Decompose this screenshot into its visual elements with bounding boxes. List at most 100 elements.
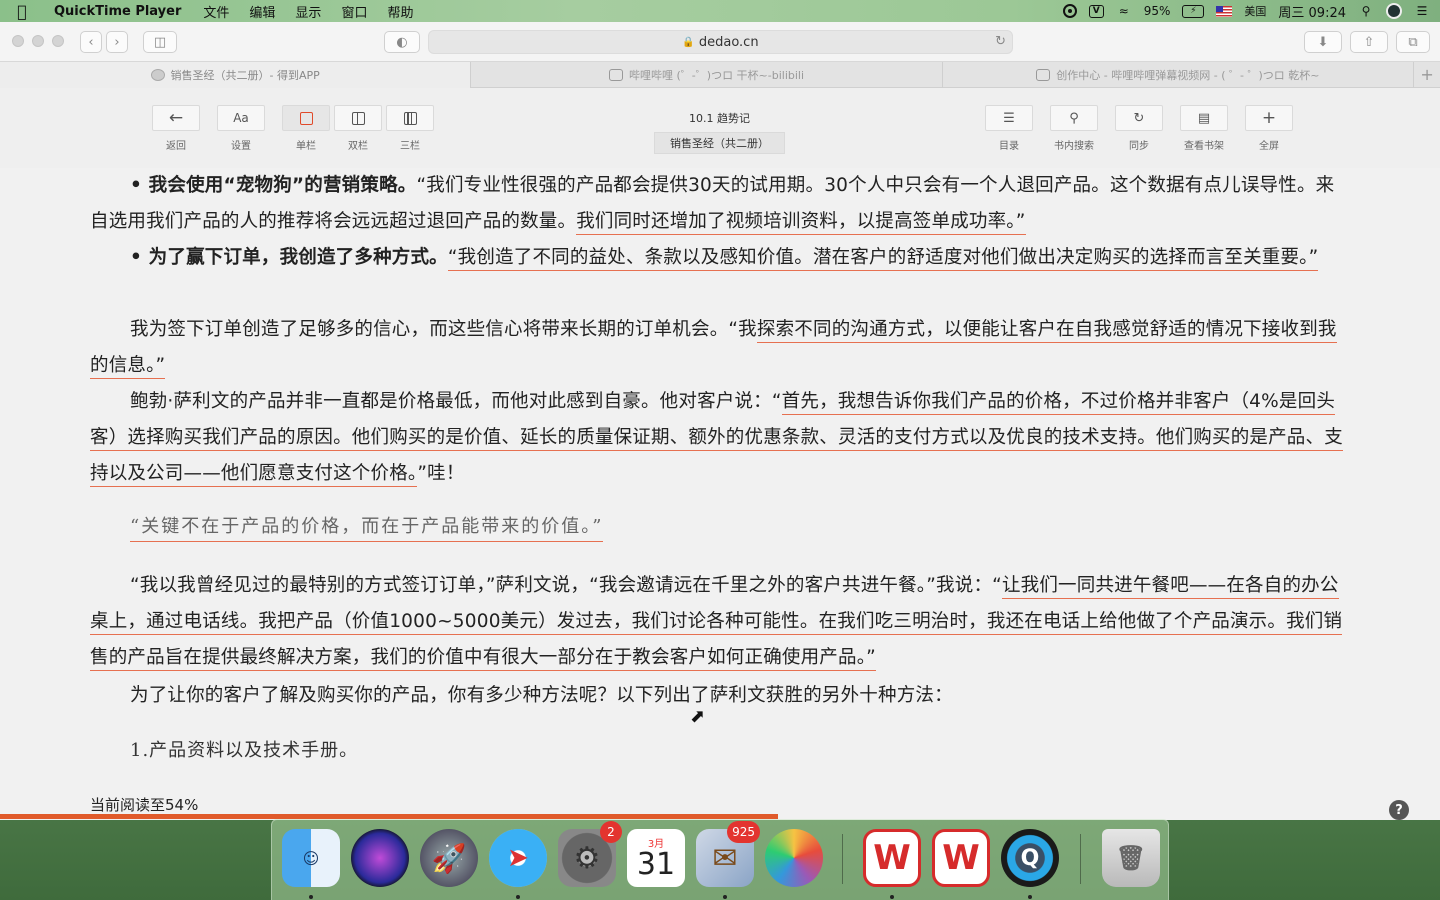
address-bar[interactable]: 🔒 dedao.cn ↻ (428, 30, 1013, 54)
dock-separator (842, 834, 843, 884)
menu-help[interactable]: 帮助 (377, 2, 423, 21)
menu-clock[interactable]: 周三 09:24 (1278, 2, 1346, 21)
bookshelf-button[interactable]: ▤ 查看书架 (1180, 105, 1228, 152)
window-controls (12, 35, 64, 47)
downloads-button[interactable]: ⬇ (1304, 31, 1342, 53)
calendar-day: 31 (636, 846, 676, 882)
tab-overview-button[interactable]: ⧉ (1396, 31, 1430, 53)
menu-edit[interactable]: 编辑 (239, 2, 285, 21)
launchpad-icon[interactable]: 🚀 (420, 829, 478, 887)
bold-lead: • 为了赢下订单，我创造了多种方式。 (130, 247, 448, 268)
wps-status-icon[interactable]: V (1088, 4, 1104, 18)
sync-button[interactable]: ↻ 同步 (1115, 105, 1163, 152)
mouse-cursor-icon: ⬈ (690, 706, 706, 727)
close-window-button[interactable] (12, 35, 24, 47)
text-run: 我为签下订单创造了足够多的信心，而这些信心将带来长期的订单机会。“我 (130, 319, 757, 340)
back-nav-button[interactable]: ‹ (80, 31, 102, 53)
notification-center-icon[interactable]: ☰ (1414, 4, 1430, 18)
triple-column-icon (403, 111, 417, 125)
photos-icon[interactable] (765, 829, 823, 887)
finder-icon[interactable]: ☺ (282, 829, 340, 887)
highlight-underline[interactable]: “我创造了不同的益处、条款以及感知价值。潜在客户的舒适度对他们做出决定购买的选择… (447, 247, 1319, 271)
paragraph[interactable]: • 我会使用“宠物狗”的营销策略。“我们专业性很强的产品都会提供30天的试用期。… (90, 168, 1352, 240)
sidebar-icon: ◫ (153, 34, 167, 50)
sync-icon: ↻ (1133, 110, 1145, 126)
tabs-icon: ⧉ (1408, 34, 1418, 50)
apple-icon[interactable]:  (0, 2, 44, 21)
paragraph[interactable]: 我为签下订单创造了足够多的信心，而这些信心将带来长期的订单机会。“我探索不同的沟… (90, 312, 1352, 384)
bookshelf-icon: ▤ (1197, 110, 1211, 126)
chevron-right-icon: › (114, 34, 120, 50)
chapter-title: 10.1 趋势记 (689, 112, 750, 125)
reader-settings-button[interactable]: Aa 设置 (217, 105, 265, 152)
trash-icon[interactable]: 🗑 (1102, 829, 1160, 887)
tab-bilibili-creator[interactable]: 创作中心 - 哔哩哔哩弹幕视频网 - ( ゜- ゜)つロ 乾杯~ (943, 62, 1415, 88)
fullscreen-button[interactable]: + 全屏 (1245, 105, 1293, 152)
paragraph[interactable]: “我以我曾经见过的最特别的方式签订订单，”萨利文说，“我会邀请远在千里之外的客户… (90, 568, 1352, 676)
reading-progress-text: 当前阅读至54% (90, 796, 199, 814)
running-indicator (1028, 895, 1032, 899)
single-column-button[interactable]: 单栏 (282, 105, 330, 152)
quicktime-icon[interactable]: Q (1001, 829, 1059, 887)
wps-office-icon[interactable]: W (863, 829, 921, 887)
in-book-search-button[interactable]: ⚲ 书内搜索 (1050, 105, 1098, 152)
single-column-icon (299, 111, 313, 125)
reader-back-button[interactable]: ← 返回 (152, 105, 200, 152)
tab-title: 哔哩哔哩 (゜-゜)つロ 干杯~-bilibili (629, 69, 805, 82)
forward-nav-button[interactable]: › (106, 31, 128, 53)
share-icon: ⇧ (1363, 34, 1375, 50)
wps-office-icon[interactable]: W (932, 829, 990, 887)
menu-window[interactable]: 窗口 (331, 2, 377, 21)
highlight-underline[interactable]: 我们同时还增加了视频培训资料，以提高签单成功率。” (576, 211, 1026, 235)
safari-icon[interactable]: ➤ (489, 829, 547, 887)
text-run: 鲍勃·萨利文的产品并非一直都是价格最低，而他对此感到自豪。他对客户说：“ (130, 391, 782, 412)
user-avatar-icon[interactable] (1386, 3, 1402, 19)
bold-lead: • 我会使用“宠物狗”的营销策略。 (130, 175, 417, 196)
tab-dedao[interactable]: 销售圣经（共二册）- 得到APP (0, 62, 472, 88)
dock-separator (1080, 834, 1081, 884)
privacy-report-button[interactable]: ◐ (384, 31, 420, 53)
spotlight-search-icon[interactable]: ⚲ (1358, 4, 1374, 18)
menu-view[interactable]: 显示 (285, 2, 331, 21)
menu-file[interactable]: 文件 (193, 2, 239, 21)
arrow-left-icon: ← (168, 108, 184, 128)
pull-quote[interactable]: “关键不在于产品的价格，而在于产品能带来的价值。” (130, 512, 604, 542)
running-indicator (516, 895, 520, 899)
reader-toolbar: ← 返回 Aa 设置 单栏 双栏 三栏 10.1 趋势记 销售圣经（共二册） ☰… (0, 88, 1440, 168)
mail-stamp-icon[interactable]: ✉ 925 (696, 821, 760, 887)
new-tab-button[interactable]: + (1414, 62, 1440, 87)
share-button[interactable]: ⇧ (1350, 31, 1388, 53)
list-item[interactable]: 1.产品资料以及技术手册。 (130, 736, 358, 762)
menu-app-name[interactable]: QuickTime Player (44, 4, 193, 19)
calendar-icon[interactable]: 3月 31 (627, 829, 685, 887)
paragraph[interactable]: 鲍勃·萨利文的产品并非一直都是价格最低，而他对此感到自豪。他对客户说：“首先，我… (90, 384, 1352, 492)
double-column-icon (351, 111, 365, 125)
us-flag-icon[interactable] (1216, 5, 1233, 17)
system-preferences-icon[interactable]: ⚙ 2 (558, 821, 622, 887)
battery-percent: 95% (1143, 4, 1171, 18)
double-column-button[interactable]: 双栏 (334, 105, 382, 152)
book-title-button[interactable]: 销售圣经（共二册） (654, 132, 785, 154)
lock-icon: 🔒 (682, 36, 695, 48)
paragraph[interactable]: • 为了赢下订单，我创造了多种方式。“我创造了不同的益处、条款以及感知价值。潜在… (90, 240, 1352, 276)
zoom-window-button[interactable] (52, 35, 64, 47)
bilibili-tv-icon (609, 69, 624, 81)
triple-column-button[interactable]: 三栏 (386, 105, 434, 152)
screen-record-icon[interactable] (1062, 4, 1077, 18)
plus-icon: + (1420, 65, 1434, 84)
toc-button[interactable]: ☰ 目录 (985, 105, 1033, 152)
text-run: “我以我曾经见过的最特别的方式签订订单，”萨利文说，“我会邀请远在千里之外的客户… (130, 575, 1002, 596)
running-indicator (723, 895, 727, 899)
input-method-label[interactable]: 美国 (1244, 3, 1266, 19)
tab-bilibili[interactable]: 哔哩哔哩 (゜-゜)つロ 干杯~-bilibili (471, 62, 943, 88)
paragraph[interactable]: 为了让你的客户了解及购买你的产品，你有多少种方法呢？以下列出了萨利文获胜的另外十… (90, 678, 1352, 714)
dock: ☺ 🚀 ➤ ⚙ 2 3月 31 ✉ 925 W W Q 🗑 (271, 819, 1169, 900)
reload-icon[interactable]: ↻ (995, 34, 1006, 49)
list-icon: ☰ (1003, 110, 1015, 126)
wifi-icon[interactable]: ≈ (1116, 4, 1132, 18)
download-icon: ⬇ (1317, 34, 1329, 50)
siri-icon[interactable] (351, 829, 409, 887)
battery-icon[interactable]: ⚡ (1182, 4, 1205, 18)
sidebar-toggle-button[interactable]: ◫ (143, 31, 177, 53)
minimize-window-button[interactable] (32, 35, 44, 47)
